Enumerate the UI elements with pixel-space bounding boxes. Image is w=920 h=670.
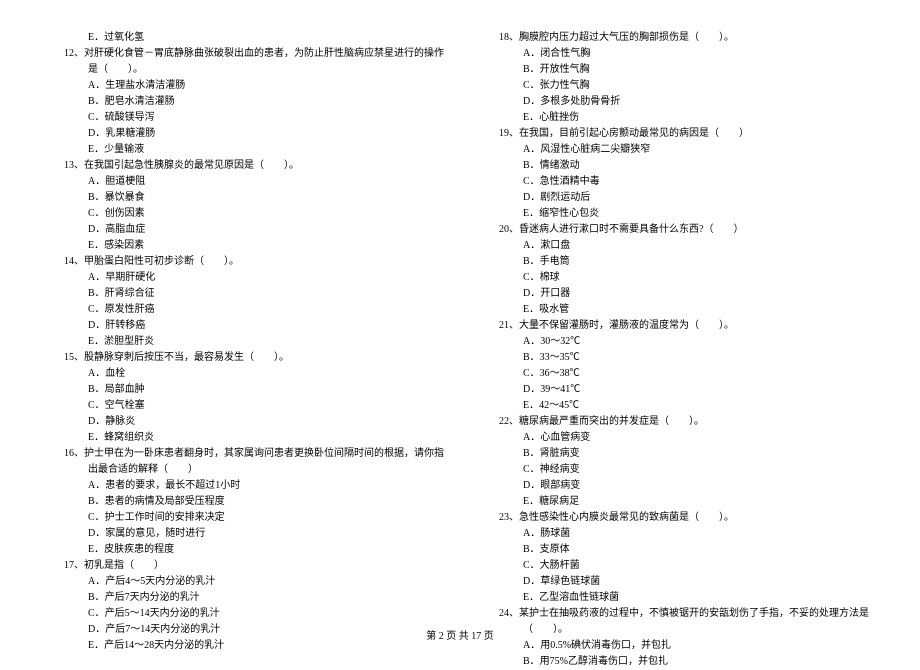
- q22-option: E．糖尿病足: [475, 494, 880, 510]
- q23-option: A．肠球菌: [475, 526, 880, 542]
- q15-text: 15、股静脉穿刺后按压不当，最容易发生（ ）。: [64, 350, 445, 366]
- q21-option: D．39～41℃: [475, 382, 880, 398]
- q13-option: C．创伤因素: [40, 206, 445, 222]
- q14-option: D．肝转移癌: [40, 318, 445, 334]
- q16-option: C．护士工作时间的安排来决定: [40, 510, 445, 526]
- q18-option: B．开放性气胸: [475, 62, 880, 78]
- q14-option: E．淤胆型肝炎: [40, 334, 445, 350]
- q21-option: C．36～38℃: [475, 366, 880, 382]
- q13-option: E．感染因素: [40, 238, 445, 254]
- q14-option: B．肝肾综合征: [40, 286, 445, 302]
- q22-text: 22、糖尿病最严重而突出的并发症是（ ）。: [499, 414, 880, 430]
- q17-option: C．产后5～14天内分泌的乳汁: [40, 606, 445, 622]
- q14-text: 14、甲胎蛋白阳性可初步诊断（ ）。: [64, 254, 445, 270]
- q13-option: A．胆道梗阻: [40, 174, 445, 190]
- q24-option: B．用75%乙醇消毒伤口，并包扎: [475, 654, 880, 670]
- q21-option: A．30～32℃: [475, 334, 880, 350]
- q20-option: C．棉球: [475, 270, 880, 286]
- q16-text: 16、护士甲在为一卧床患者翻身时，其家属询问患者更换卧位间隔时间的根据，请你指出…: [64, 446, 445, 478]
- q18-text: 18、胸膜腔内压力超过大气压的胸部损伤是（ ）。: [499, 30, 880, 46]
- q23-option: B．支原体: [475, 542, 880, 558]
- q12-option: D．乳果糖灌肠: [40, 126, 445, 142]
- q22-option: C．神经病变: [475, 462, 880, 478]
- q15-option: D．静脉炎: [40, 414, 445, 430]
- q13-text: 13、在我国引起急性胰腺炎的最常见原因是（ ）。: [64, 158, 445, 174]
- q21-text: 21、大量不保留灌肠时，灌肠液的温度常为（ ）。: [499, 318, 880, 334]
- q17-option: B．产后7天内分泌的乳汁: [40, 590, 445, 606]
- q17-text: 17、初乳是指（ ）: [64, 558, 445, 574]
- q20-option: E．吸水管: [475, 302, 880, 318]
- q23-option: E．乙型溶血性链球菌: [475, 590, 880, 606]
- q18-option: C．张力性气胸: [475, 78, 880, 94]
- q22-option: D．眼部病变: [475, 478, 880, 494]
- q11-option: E．过氧化氢: [40, 30, 445, 46]
- q19-option: B．情绪激动: [475, 158, 880, 174]
- q20-option: B．手电筒: [475, 254, 880, 270]
- q20-option: A．漱口盘: [475, 238, 880, 254]
- q19-text: 19、在我国，目前引起心房颤动最常见的病因是（ ）: [499, 126, 880, 142]
- q12-text: 12、对肝硬化食管－胃底静脉曲张破裂出血的患者，为防止肝性脑病应禁星进行的操作是…: [64, 46, 445, 78]
- q19-option: C．急性酒精中毒: [475, 174, 880, 190]
- q21-option: E．42～45℃: [475, 398, 880, 414]
- q22-option: A．心血管病变: [475, 430, 880, 446]
- q23-text: 23、急性感染性心内膜炎最常见的致病菌是（ ）。: [499, 510, 880, 526]
- q16-option: B．患者的病情及局部受压程度: [40, 494, 445, 510]
- q21-option: B．33～35℃: [475, 350, 880, 366]
- q19-option: E．缩窄性心包炎: [475, 206, 880, 222]
- q12-option: A．生理盐水清洁灌肠: [40, 78, 445, 94]
- q15-option: B．局部血肿: [40, 382, 445, 398]
- q23-option: D．草绿色链球菌: [475, 574, 880, 590]
- left-column: E．过氧化氢 12、对肝硬化食管－胃底静脉曲张破裂出血的患者，为防止肝性脑病应禁…: [40, 30, 445, 620]
- q19-option: A．风湿性心脏病二尖瓣狭窄: [475, 142, 880, 158]
- q15-option: E．蜂窝组织炎: [40, 430, 445, 446]
- q15-option: A．血栓: [40, 366, 445, 382]
- q12-option: C．硫酸镁导泻: [40, 110, 445, 126]
- q20-text: 20、昏迷病人进行漱口时不需要具备什么东西?（ ）: [499, 222, 880, 238]
- q18-option: A．闭合性气胸: [475, 46, 880, 62]
- q18-option: D．多根多处肋骨骨折: [475, 94, 880, 110]
- q17-option: A．产后4～5天内分泌的乳汁: [40, 574, 445, 590]
- q12-option: E．少量输液: [40, 142, 445, 158]
- page-footer: 第 2 页 共 17 页: [0, 627, 920, 642]
- q16-option: E．皮肤疾患的程度: [40, 542, 445, 558]
- q19-option: D．剧烈运动后: [475, 190, 880, 206]
- q15-option: C．空气栓塞: [40, 398, 445, 414]
- q13-option: D．高脂血症: [40, 222, 445, 238]
- q13-option: B．暴饮暴食: [40, 190, 445, 206]
- q18-option: E．心脏挫伤: [475, 110, 880, 126]
- q16-option: A．患者的要求，最长不超过1小时: [40, 478, 445, 494]
- q12-option: B．肥皂水清洁灌肠: [40, 94, 445, 110]
- q14-option: A．早期肝硬化: [40, 270, 445, 286]
- q23-option: C．大肠杆菌: [475, 558, 880, 574]
- right-column: 18、胸膜腔内压力超过大气压的胸部损伤是（ ）。 A．闭合性气胸 B．开放性气胸…: [475, 30, 880, 620]
- q16-option: D．家属的意见，随时进行: [40, 526, 445, 542]
- q20-option: D．开口器: [475, 286, 880, 302]
- q14-option: C．原发性肝癌: [40, 302, 445, 318]
- q22-option: B．肾脏病变: [475, 446, 880, 462]
